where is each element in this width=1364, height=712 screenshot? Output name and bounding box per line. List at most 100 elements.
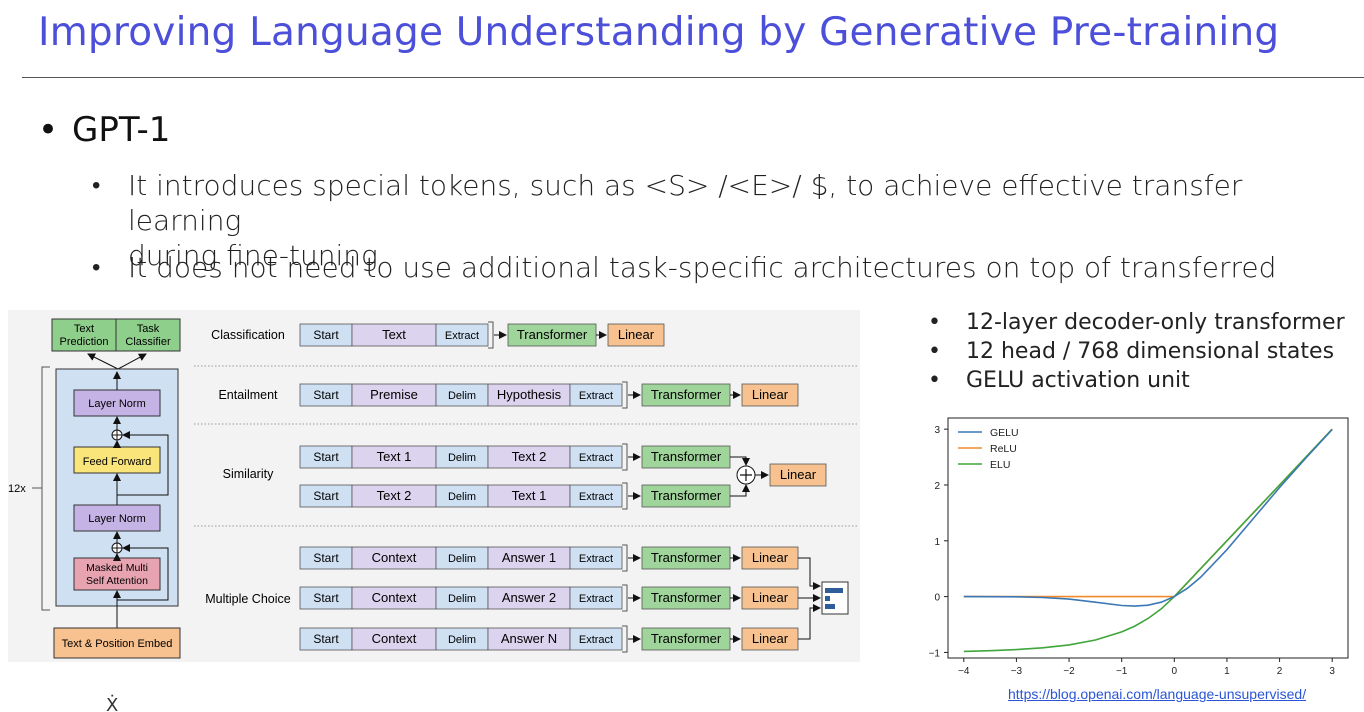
spec-item: • 12-layer decoder-only transformer bbox=[928, 308, 1345, 337]
attention-label-1: Masked Multi bbox=[86, 562, 148, 574]
extract-token-label: Extract bbox=[579, 491, 613, 503]
transformer-label: Transformer bbox=[651, 449, 722, 464]
answer-token-label: Answer 2 bbox=[502, 590, 556, 605]
start-token-label: Start bbox=[313, 328, 339, 342]
task-name: Similarity bbox=[223, 467, 274, 481]
x-tick-label: 1 bbox=[1224, 666, 1230, 677]
start-token-label: Start bbox=[313, 450, 339, 464]
text-token-label: Text 2 bbox=[512, 449, 547, 464]
source-link[interactable]: https://blog.openai.com/language-unsuper… bbox=[1008, 686, 1306, 702]
y-tick-label: 3 bbox=[934, 425, 940, 436]
extract-token-label: Extract bbox=[579, 452, 613, 464]
linear-label: Linear bbox=[752, 550, 789, 565]
start-token-label: Start bbox=[313, 551, 339, 565]
layer-norm-bottom-label: Layer Norm bbox=[88, 513, 145, 525]
model-specs-list: • 12-layer decoder-only transformer • 12 h… bbox=[928, 308, 1345, 395]
spec-item: • GELU activation unit bbox=[928, 366, 1345, 395]
spec-item-label: 12 head / 768 dimensional states bbox=[966, 339, 1335, 364]
delim-token-label: Delim bbox=[448, 491, 476, 503]
linear-label: Linear bbox=[752, 387, 789, 402]
head-label-prediction: Prediction bbox=[60, 336, 109, 348]
x-tick-label: −2 bbox=[1063, 666, 1075, 677]
spec-item-label: 12-layer decoder-only transformer bbox=[966, 310, 1345, 335]
x-tick-label: −3 bbox=[1011, 666, 1023, 677]
transformer-label: Transformer bbox=[651, 387, 722, 402]
softmax-bar bbox=[825, 588, 843, 593]
bullet-dot-icon: • bbox=[928, 310, 941, 335]
extract-token-label: Extract bbox=[579, 593, 613, 605]
sub-bullet-1-line-1: It introduces special tokens, such as <S… bbox=[128, 169, 1243, 237]
delim-token-label: Delim bbox=[448, 593, 476, 605]
x-tick-label: −1 bbox=[1116, 666, 1128, 677]
transformer-label: Transformer bbox=[651, 590, 722, 605]
start-token-label: Start bbox=[313, 489, 339, 503]
linear-label: Linear bbox=[618, 327, 655, 342]
hypothesis-token-label: Hypothesis bbox=[497, 387, 562, 402]
slide-title: Improving Language Understanding by Gene… bbox=[38, 10, 1280, 55]
embed-label: Text & Position Embed bbox=[62, 638, 173, 650]
text-token-label: Text 1 bbox=[512, 488, 547, 503]
legend-label: ReLU bbox=[990, 443, 1017, 455]
bullet-dot-icon: • bbox=[928, 368, 941, 393]
task-name: Classification bbox=[211, 328, 285, 342]
x-tick-label: 0 bbox=[1172, 666, 1178, 677]
sub-bullet-2-line-1: It does not need to use additional task-… bbox=[128, 251, 1277, 284]
context-token-label: Context bbox=[372, 590, 417, 605]
title-divider bbox=[22, 77, 1364, 78]
bullet-dot-icon: • bbox=[92, 171, 101, 199]
delim-token-label: Delim bbox=[448, 452, 476, 464]
softmax-bar bbox=[825, 604, 835, 609]
head-label-task: Task bbox=[137, 323, 160, 335]
task-name: Multiple Choice bbox=[205, 592, 291, 606]
extract-token-label: Extract bbox=[579, 390, 613, 402]
legend-label: ELU bbox=[990, 459, 1010, 471]
answer-token-label: Answer N bbox=[501, 631, 557, 646]
softmax-bar bbox=[825, 596, 830, 601]
y-tick-label: −1 bbox=[929, 648, 941, 659]
context-token-label: Context bbox=[372, 631, 417, 646]
repeat-label: 12x bbox=[8, 483, 26, 495]
head-label-text: Text bbox=[74, 323, 94, 335]
y-tick-label: 2 bbox=[934, 481, 940, 492]
spec-item: • 12 head / 768 dimensional states bbox=[928, 337, 1345, 366]
text-token-label: Text 1 bbox=[377, 449, 412, 464]
activation-function-chart: −4 −3 −2 −1 0 1 2 3 −1 0 1 2 3 GELU ReLU ELU bbox=[929, 417, 1349, 677]
bullet-gpt1-label: GPT-1 bbox=[72, 110, 171, 150]
transformer-label: Transformer bbox=[651, 488, 722, 503]
linear-label: Linear bbox=[780, 467, 817, 482]
x-tick-label: −4 bbox=[958, 666, 970, 677]
transformer-label: Transformer bbox=[651, 631, 722, 646]
gpt-architecture-diagram: Text Prediction Task Classifier 12x Laye… bbox=[8, 310, 860, 662]
y-tick-label: 0 bbox=[934, 593, 940, 604]
delim-token-label: Delim bbox=[448, 390, 476, 402]
transformer-label: Transformer bbox=[651, 550, 722, 565]
extract-token-label: Extract bbox=[579, 553, 613, 565]
premise-token-label: Premise bbox=[370, 387, 418, 402]
extract-token-label: Extract bbox=[579, 634, 613, 646]
x-tick-label: 2 bbox=[1277, 666, 1283, 677]
delim-token-label: Delim bbox=[448, 553, 476, 565]
linear-label: Linear bbox=[752, 590, 789, 605]
bullet-dot-icon: • bbox=[92, 253, 101, 281]
legend-label: GELU bbox=[990, 427, 1019, 439]
bullet-dot-icon: • bbox=[928, 339, 941, 364]
delim-token-label: Delim bbox=[448, 634, 476, 646]
feed-forward-label: Feed Forward bbox=[83, 456, 151, 468]
extract-token-label: Extract bbox=[445, 330, 479, 342]
bullet-dot-icon: • bbox=[38, 110, 59, 150]
layer-norm-top-label: Layer Norm bbox=[88, 398, 145, 410]
text-token-label: Text bbox=[382, 327, 406, 342]
stray-glyph: Ẋ bbox=[106, 695, 119, 712]
text-token-label: Text 2 bbox=[377, 488, 412, 503]
sub-bullet-2: • It does not need to use additional tas… bbox=[92, 250, 1276, 285]
y-tick-label: 1 bbox=[934, 537, 940, 548]
bullet-gpt1: • GPT-1 bbox=[38, 110, 170, 150]
transformer-label: Transformer bbox=[517, 327, 588, 342]
head-label-classifier: Classifier bbox=[125, 336, 171, 348]
task-name: Entailment bbox=[218, 388, 278, 402]
answer-token-label: Answer 1 bbox=[502, 550, 556, 565]
attention-label-2: Self Attention bbox=[86, 575, 148, 587]
start-token-label: Start bbox=[313, 388, 339, 402]
context-token-label: Context bbox=[372, 550, 417, 565]
linear-label: Linear bbox=[752, 631, 789, 646]
